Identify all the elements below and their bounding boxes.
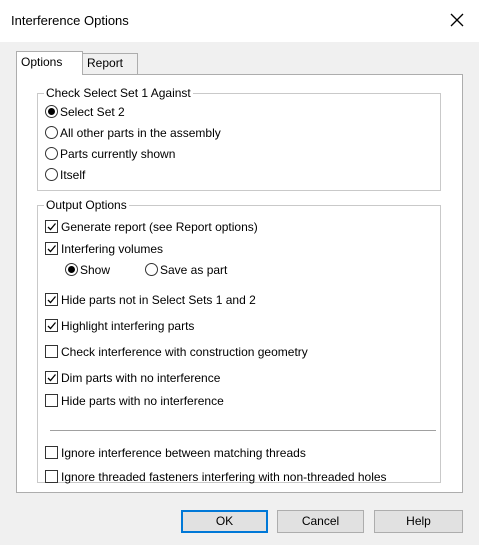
checkbox-label: Interfering volumes	[61, 241, 164, 256]
checkmark-icon	[47, 374, 56, 382]
radio-show[interactable]: Show	[65, 261, 110, 278]
checkbox-construction-geometry[interactable]: Check interference with construction geo…	[45, 343, 308, 360]
checkbox-ignore-matching-threads[interactable]: Ignore interference between matching thr…	[45, 444, 306, 461]
checkbox-label: Hide parts not in Select Sets 1 and 2	[61, 292, 256, 307]
radio-select-set-2[interactable]: Select Set 2	[45, 103, 125, 120]
cancel-button[interactable]: Cancel	[277, 510, 364, 533]
checkbox-label: Dim parts with no interference	[61, 370, 221, 385]
checkbox[interactable]	[45, 394, 58, 407]
checkbox-highlight-interfering[interactable]: Highlight interfering parts	[45, 317, 194, 334]
dialog-body: Options Report Check Select Set 1 Agains…	[0, 42, 479, 545]
checkbox-label: Ignore threaded fasteners interfering wi…	[61, 469, 387, 484]
radio-itself[interactable]: Itself	[45, 166, 85, 183]
radio-label: All other parts in the assembly	[60, 125, 221, 140]
checkbox[interactable]	[45, 446, 58, 459]
radio-save-as-part[interactable]: Save as part	[145, 261, 227, 278]
help-button[interactable]: Help	[374, 510, 463, 533]
radio-button[interactable]	[45, 105, 58, 118]
checkbox-interfering-volumes[interactable]: Interfering volumes	[45, 240, 163, 257]
checkmark-icon	[47, 296, 56, 304]
tab-options[interactable]: Options	[16, 51, 83, 75]
checkbox-label: Generate report (see Report options)	[61, 219, 258, 234]
checkbox-label: Ignore interference between matching thr…	[61, 445, 306, 460]
checkbox-label: Check interference with construction geo…	[61, 344, 308, 359]
checkbox-generate-report[interactable]: Generate report (see Report options)	[45, 218, 258, 235]
checkbox[interactable]	[45, 220, 58, 233]
output-options-legend: Output Options	[44, 198, 129, 212]
ok-button[interactable]: OK	[181, 510, 268, 533]
radio-all-other-parts[interactable]: All other parts in the assembly	[45, 124, 221, 141]
radio-label: Show	[80, 262, 111, 277]
check-against-group: Check Select Set 1 Against Select Set 2 …	[37, 86, 441, 191]
radio-label: Parts currently shown	[60, 146, 176, 161]
checkbox[interactable]	[45, 345, 58, 358]
checkbox-label: Highlight interfering parts	[61, 318, 195, 333]
checkbox[interactable]	[45, 371, 58, 384]
radio-button[interactable]	[45, 126, 58, 139]
checkbox[interactable]	[45, 293, 58, 306]
radio-label: Itself	[60, 167, 86, 182]
close-icon[interactable]	[448, 11, 466, 29]
checkbox-hide-not-in-sets[interactable]: Hide parts not in Select Sets 1 and 2	[45, 291, 256, 308]
tab-report[interactable]: Report	[83, 53, 138, 74]
check-against-legend: Check Select Set 1 Against	[44, 86, 193, 100]
radio-parts-currently-shown[interactable]: Parts currently shown	[45, 145, 175, 162]
radio-button[interactable]	[45, 147, 58, 160]
radio-button[interactable]	[65, 263, 78, 276]
checkbox[interactable]	[45, 470, 58, 483]
checkbox-dim-no-interference[interactable]: Dim parts with no interference	[45, 369, 220, 386]
checkmark-icon	[47, 322, 56, 330]
radio-button[interactable]	[145, 263, 158, 276]
checkbox[interactable]	[45, 319, 58, 332]
separator	[50, 430, 436, 431]
window-title: Interference Options	[11, 13, 129, 28]
output-options-group: Output Options Generate report (see Repo…	[37, 198, 441, 485]
checkmark-icon	[47, 245, 56, 253]
radio-label: Select Set 2	[60, 104, 125, 119]
checkbox-label: Hide parts with no interference	[61, 393, 224, 408]
checkbox-hide-no-interference[interactable]: Hide parts with no interference	[45, 392, 224, 409]
options-panel: Check Select Set 1 Against Select Set 2 …	[16, 74, 463, 493]
radio-button[interactable]	[45, 168, 58, 181]
radio-label: Save as part	[160, 262, 228, 277]
checkbox-ignore-threaded-fasteners[interactable]: Ignore threaded fasteners interfering wi…	[45, 468, 387, 485]
checkmark-icon	[47, 223, 56, 231]
checkbox[interactable]	[45, 242, 58, 255]
title-bar: Interference Options	[0, 0, 479, 42]
